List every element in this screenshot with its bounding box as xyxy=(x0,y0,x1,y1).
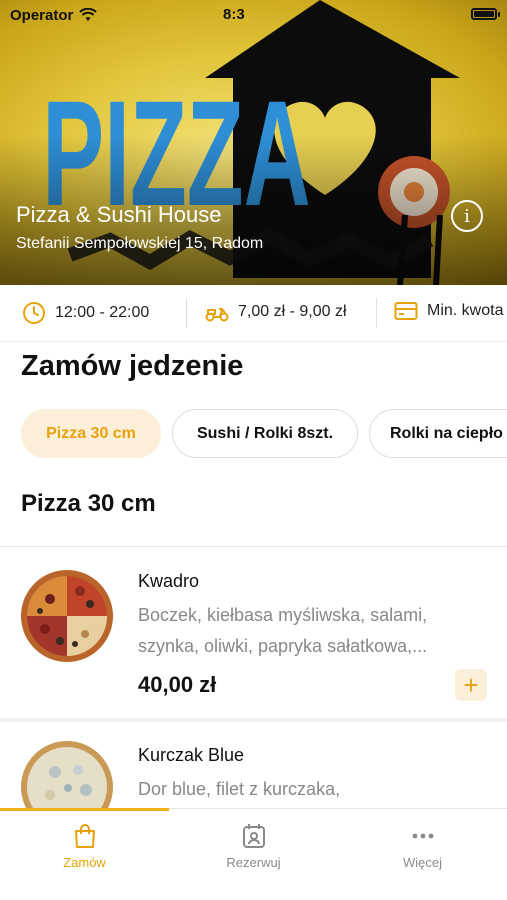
minimum-order: Min. kwota xyxy=(394,301,503,321)
menu-item[interactable]: Kurczak Blue Dor blue, filet z kurczaka, xyxy=(0,722,507,808)
battery-icon xyxy=(471,8,500,20)
more-dots-icon xyxy=(412,833,433,839)
menu-item-description: Dor blue, filet z kurczaka, xyxy=(138,779,341,799)
delivery-cost: 7,00 zł - 9,00 zł xyxy=(205,301,347,323)
carrier-label: Operator xyxy=(10,6,74,24)
restaurant-hero: PIZZA Operator 8:3 Pizza & Sushi House S… xyxy=(0,0,507,285)
card-icon xyxy=(394,302,418,320)
tab-label: Zamów xyxy=(63,855,106,870)
plus-icon: + xyxy=(463,670,479,700)
pizza-photo xyxy=(20,740,114,808)
scooter-icon xyxy=(205,308,229,322)
tab-bar: Zamów Rezerwuj Więcej xyxy=(0,808,507,900)
clock-time: 8:3 xyxy=(223,6,245,23)
category-chips: Pizza 30 cm Sushi / Rolki 8szt. Rolki na… xyxy=(0,409,507,461)
status-bar: Operator 8:3 xyxy=(0,0,507,30)
restaurant-info-strip: 12:00 - 22:00 7,00 zł - 9,00 zł Min. kwo… xyxy=(0,286,507,342)
delivery-cost-text: 7,00 zł - 9,00 zł xyxy=(238,303,347,320)
divider xyxy=(186,298,187,328)
restaurant-name: Pizza & Sushi House xyxy=(16,202,222,227)
category-chip-rolls-hot[interactable]: Rolki na ciepło xyxy=(369,409,507,458)
category-title: Pizza 30 cm xyxy=(21,490,156,517)
tab-order[interactable]: Zamów xyxy=(0,823,169,870)
pizza-photo xyxy=(20,569,114,663)
menu-item-name: Kurczak Blue xyxy=(138,745,245,765)
add-to-cart-button[interactable]: + xyxy=(455,669,487,701)
menu-item[interactable]: Kwadro Boczek, kiełbasa myśliwska, salam… xyxy=(0,547,507,719)
wifi-icon xyxy=(79,8,98,21)
tab-label: Rezerwuj xyxy=(226,855,281,870)
menu-item-description: Boczek, kiełbasa myśliwska, salami, szyn… xyxy=(138,605,428,656)
divider xyxy=(376,298,377,328)
tab-label: Więcej xyxy=(402,855,442,870)
menu-item-name: Kwadro xyxy=(138,571,200,591)
category-chip-pizza[interactable]: Pizza 30 cm xyxy=(21,409,161,458)
menu-item-price: 40,00 zł xyxy=(138,672,217,697)
tab-more[interactable]: Więcej xyxy=(338,823,507,870)
opening-hours-text: 12:00 - 22:00 xyxy=(55,304,150,321)
minimum-order-text: Min. kwota xyxy=(427,302,504,319)
active-tab-indicator xyxy=(0,808,169,811)
info-button[interactable]: i xyxy=(451,200,483,232)
tab-reserve[interactable]: Rezerwuj xyxy=(169,823,338,870)
info-icon: i xyxy=(464,205,470,227)
restaurant-address: Stefanii Sempołowskiej 15, Radom xyxy=(16,235,264,252)
category-chip-sushi[interactable]: Sushi / Rolki 8szt. xyxy=(172,409,358,458)
opening-hours: 12:00 - 22:00 xyxy=(22,301,149,325)
page-title: Zamów jedzenie xyxy=(21,350,244,382)
bag-icon xyxy=(74,824,95,848)
clock-icon xyxy=(23,302,45,324)
calendar-person-icon xyxy=(242,824,265,848)
